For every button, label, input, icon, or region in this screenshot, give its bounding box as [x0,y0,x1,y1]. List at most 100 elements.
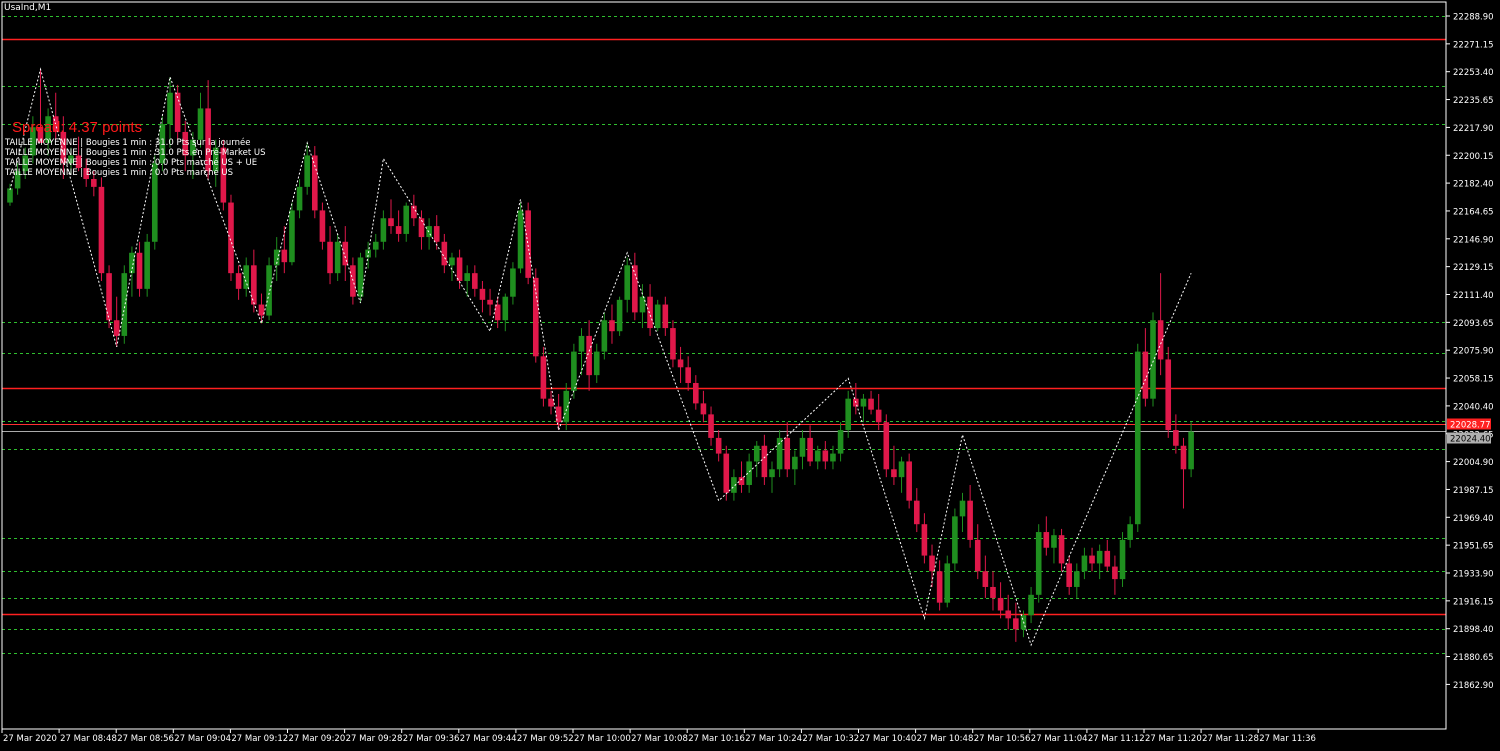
info-line: TAILLE MOYENNE | Bougies 1 min : 31.0 Pt… [5,148,266,158]
candle-body [860,398,867,407]
candle-body [388,218,394,227]
candle-body [944,563,951,603]
candle-body [251,265,257,305]
candle-body [167,92,173,125]
candle-body [677,359,684,368]
time-tick-label: 27 Mar 10:40 [860,734,917,744]
candle-body [327,241,333,274]
time-tick-label: 27 Mar 09:04 [174,734,231,744]
candle-body [997,597,1004,611]
chart-area[interactable]: 22288.90 22271.15 22253.40 22235.65 22217.90… [0,0,1500,747]
candle-body [639,296,646,313]
candle [532,268,539,363]
candle-body [1043,532,1050,548]
candle-body [1035,532,1042,595]
time-tick-label: 27 Mar 09:52 [517,734,574,744]
candle-body [91,179,97,187]
candle-body [571,351,577,391]
candle [571,343,577,399]
candle-body [487,299,493,305]
price-tick-label: 22271.15 [1453,40,1494,50]
candle-body [632,265,638,313]
time-tick-label: 27 Mar 09:36 [403,734,460,744]
candle-body [1074,571,1080,587]
candle-body [700,403,707,415]
time-tick-label: 27 Mar 09:44 [460,734,517,744]
candle-body [1112,566,1118,580]
candle-body [540,356,547,399]
candle-body [616,299,623,332]
time-tick-label: 27 Mar 09:28 [346,734,403,744]
candle-body [403,205,410,234]
ask-tag-label: 22028.77 [1450,421,1491,431]
candle-body [464,273,470,282]
candle-body [822,450,829,462]
candle-body [289,210,295,263]
candle-body [502,296,509,321]
candle-body [449,257,455,266]
candle-body [1066,563,1072,587]
candle [357,252,364,303]
candle [654,299,661,332]
candle-body [1081,555,1088,572]
average-size-info: TAILLE MOYENNE | Bougies 1 min : 31.0 Pt… [5,138,265,178]
price-tick-label: 22217.90 [1453,124,1494,134]
candle-body [898,461,905,478]
price-tick-label: 22129.15 [1453,263,1494,273]
candle-body [98,186,105,274]
candle-body [525,210,531,278]
candle-body [1180,445,1187,470]
candle [1134,343,1141,533]
candle-body [235,273,242,289]
candle-body [738,477,745,485]
candle-body [113,320,120,336]
candle-body [266,265,272,316]
candle-body [654,304,661,329]
candle-body [1134,351,1141,525]
candle-body [7,188,13,203]
price-tick-label: 22235.65 [1453,96,1494,106]
candle-body [121,273,128,336]
time-tick-label: 27 Mar 11:36 [1259,734,1316,744]
candle [952,508,958,572]
time-tick-label: 27 Mar 11:20 [1145,734,1202,744]
candle-body [929,555,935,572]
price-tick-label: 22164.65 [1453,207,1494,217]
candle-body [837,430,844,454]
candle-body [959,500,966,517]
price-tick-label: 21951.65 [1453,542,1494,552]
candle-body [761,445,768,478]
price-chart[interactable]: 22288.90 22271.15 22253.40 22235.65 22217.90… [0,0,1500,747]
candle-body [228,202,234,274]
price-tick-label: 22093.65 [1453,319,1494,329]
candle-body [350,265,356,297]
price-tick-label: 21916.15 [1453,597,1494,607]
time-tick-label: 27 Mar 08:56 [117,734,174,744]
candle-body [494,304,501,321]
candle-body [875,409,882,423]
candle-body [693,382,699,404]
candle-body [792,456,798,470]
time-tick-label: 27 Mar 09:12 [231,734,288,744]
time-tick-label: 27 Mar 10:24 [745,734,802,744]
price-tick-label: 21969.40 [1453,514,1494,524]
candle [98,177,105,282]
candle-body [312,155,318,211]
candle-body [1028,594,1034,616]
candle [616,296,623,336]
candle [525,202,531,285]
candle-body [586,335,592,376]
candle-body [1150,320,1156,399]
price-tick-label: 22182.40 [1453,180,1494,190]
price-tick-label: 21987.15 [1453,486,1494,496]
candle-body [990,586,996,598]
price-tick-label: 22040.40 [1453,402,1494,412]
candle-body [814,450,821,462]
candle-body [441,241,448,266]
candle-body [129,252,135,274]
candle-body [830,453,836,462]
time-tick-label: 27 Mar 10:16 [688,734,745,744]
candle-body [433,226,440,242]
candle-body [1104,550,1111,567]
candle-body [715,437,722,454]
